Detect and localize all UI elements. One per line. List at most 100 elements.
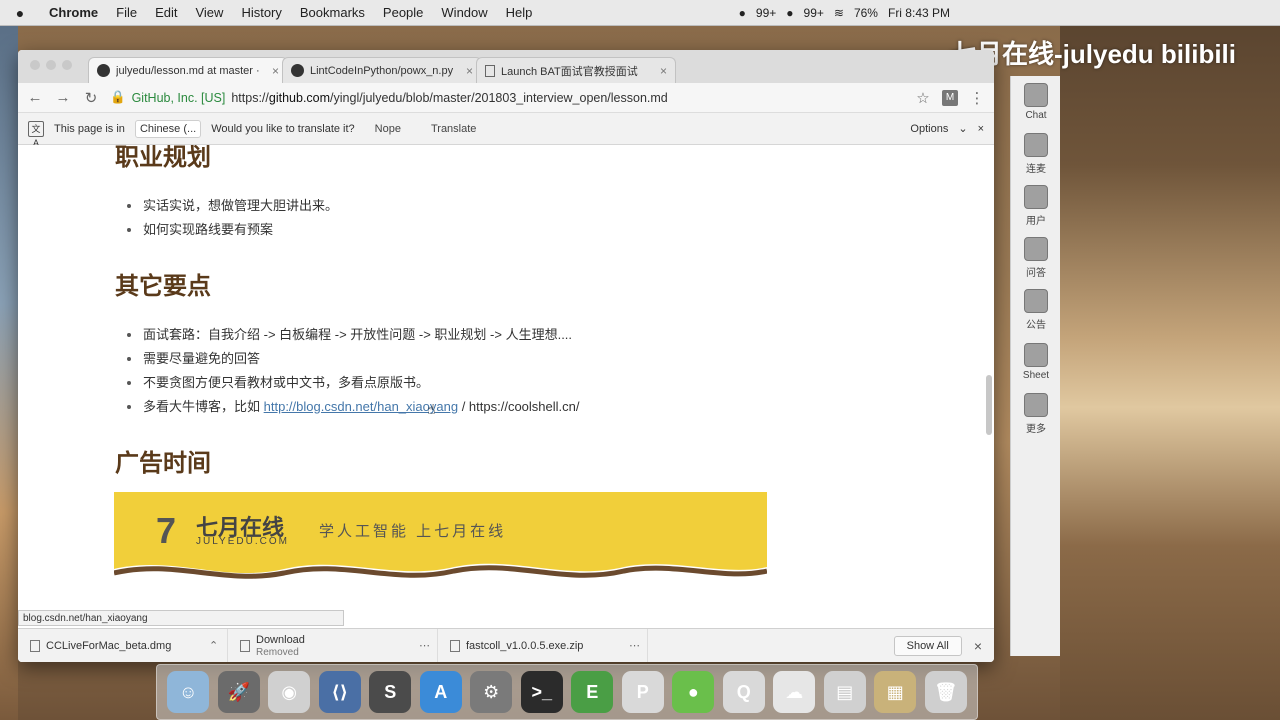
close-window-icon[interactable] <box>30 60 40 70</box>
heading-career: 职业规划 <box>115 145 211 171</box>
close-icon[interactable]: × <box>974 638 982 654</box>
clock[interactable]: Fri 8:43 PM <box>888 6 950 20</box>
more-icon[interactable]: ⋯ <box>629 639 647 652</box>
reload-icon[interactable]: ↻ <box>82 89 100 107</box>
close-icon[interactable]: × <box>272 64 279 78</box>
system-preferences-dock-icon[interactable]: ⚙ <box>470 671 513 713</box>
download-item[interactable]: fastcoll_v1.0.0.5.exe.zip ⋯ <box>438 629 648 662</box>
download-shelf: CCLiveForMac_beta.dmg ⌃ Download Removed … <box>18 628 994 662</box>
side-label: 用户 <box>1026 216 1046 227</box>
bookmark-star-icon[interactable]: ☆ <box>914 89 932 107</box>
options-button[interactable]: Options <box>910 123 948 135</box>
side-qa[interactable]: 问答 <box>1011 232 1061 284</box>
battery-level[interactable]: 76% <box>854 6 878 20</box>
side-chat[interactable]: Chat <box>1011 76 1061 128</box>
side-announcement[interactable]: 公告 <box>1011 284 1061 336</box>
sublime-dock-icon[interactable]: S <box>369 671 412 713</box>
tab-strip: julyedu/lesson.md at master · × LintCode… <box>18 50 994 83</box>
menu-app-name[interactable]: Chrome <box>40 5 107 20</box>
menu-file[interactable]: File <box>107 5 146 20</box>
finder-dock-icon[interactable]: ☺ <box>167 671 210 713</box>
menu-history[interactable]: History <box>232 5 290 20</box>
close-icon[interactable]: × <box>978 123 984 135</box>
menu-people[interactable]: People <box>374 5 432 20</box>
side-users[interactable]: 用户 <box>1011 180 1061 232</box>
photos-dock-icon[interactable]: ▦ <box>874 671 917 713</box>
translate-button[interactable]: Translate <box>421 121 486 137</box>
vscode-dock-icon[interactable]: ⟨⟩ <box>318 671 361 713</box>
terminal-dock-icon[interactable]: >_ <box>520 671 563 713</box>
secure-origin-label: GitHub, Inc. [US] <box>131 90 226 105</box>
menu-kebab-icon[interactable]: ⋮ <box>968 89 986 107</box>
chrome-dock-icon[interactable]: ◉ <box>268 671 311 713</box>
chat-icon <box>1024 83 1048 107</box>
side-mic[interactable]: 连麦 <box>1011 128 1061 180</box>
list-item: 面试套路：自我介绍 -> 白板编程 -> 开放性问题 -> 职业规划 -> 人生… <box>115 323 775 347</box>
close-icon[interactable]: × <box>660 64 667 78</box>
chevron-up-icon[interactable]: ⌃ <box>209 639 227 652</box>
sheet-icon <box>1024 343 1048 367</box>
list-item: 实话实说，想做管理大胆讲出来。 <box>115 194 775 218</box>
menu-bookmarks[interactable]: Bookmarks <box>291 5 374 20</box>
dock: ☺ 🚀 ◉ ⟨⟩ S A ⚙ >_ E P ● Q ☁ ▤ ▦ 🗑 <box>156 664 978 720</box>
side-label: 连麦 <box>1026 164 1046 175</box>
menu-window[interactable]: Window <box>432 5 496 20</box>
chevron-down-icon[interactable]: ⌄ <box>958 122 967 135</box>
download-item[interactable]: Download Removed ⋯ <box>228 629 438 662</box>
wechat-icon[interactable]: ● <box>786 6 793 20</box>
download-status: Removed <box>256 646 299 658</box>
more-icon <box>1024 393 1048 417</box>
list-item-blogs: 多看大牛博客，比如 http://blog.csdn.net/han_xiaoy… <box>115 395 775 419</box>
list-item: 需要尽量避免的回答 <box>115 347 775 371</box>
download-item[interactable]: CCLiveForMac_beta.dmg ⌃ <box>18 629 228 662</box>
qq-icon[interactable]: ● <box>739 6 746 20</box>
download-filename: CCLiveForMac_beta.dmg <box>46 639 172 652</box>
wechat-badge: 99+ <box>803 5 824 20</box>
file-icon <box>30 639 40 652</box>
side-label: 更多 <box>1026 424 1046 435</box>
language-select[interactable]: Chinese (... <box>134 119 202 138</box>
minimize-window-icon[interactable] <box>46 60 56 70</box>
link-status-bubble: blog.csdn.net/han_xiaoyang <box>18 610 344 626</box>
menu-help[interactable]: Help <box>497 5 542 20</box>
trash-dock-icon[interactable]: 🗑 <box>924 671 967 713</box>
apple-menu-icon[interactable]: ● <box>0 5 40 21</box>
appstore-dock-icon[interactable]: A <box>419 671 462 713</box>
julyedu-logo-domain: JULYEDU.COM <box>196 536 289 547</box>
back-arrow-icon[interactable]: ← <box>26 89 44 106</box>
page-scrollbar[interactable] <box>986 375 992 435</box>
extension-icon[interactable]: M <box>942 89 958 106</box>
list-item: 如何实现路线要有预案 <box>115 218 775 242</box>
window-controls <box>30 60 72 70</box>
close-icon[interactable]: × <box>466 64 473 78</box>
side-sheet[interactable]: Sheet <box>1011 336 1061 388</box>
url-prefix: https:// <box>231 90 269 105</box>
file-icon <box>450 639 460 652</box>
nope-button[interactable]: Nope <box>365 121 411 137</box>
menu-view[interactable]: View <box>186 5 232 20</box>
translate-bar: 文A This page is in Chinese (... Would yo… <box>18 113 994 148</box>
translate-question: Would you like to translate it? <box>211 122 355 135</box>
evernote-dock-icon[interactable]: E <box>571 671 614 713</box>
hand-cursor-icon: ☝ <box>427 401 436 417</box>
browser-window: julyedu/lesson.md at master · × LintCode… <box>18 50 994 662</box>
julyedu-logo-mark: 7 <box>156 510 177 551</box>
more-icon[interactable]: ⋯ <box>419 639 437 652</box>
preview-dock-icon[interactable]: ▤ <box>823 671 866 713</box>
show-all-button[interactable]: Show All <box>893 635 962 656</box>
cloud-dock-icon[interactable]: ☁ <box>773 671 816 713</box>
qq-dock-icon[interactable]: Q <box>722 671 765 713</box>
coolshell-url: https://coolshell.cn/ <box>468 399 580 414</box>
wifi-icon[interactable]: ≋ <box>834 6 844 20</box>
wechat-dock-icon[interactable]: ● <box>672 671 715 713</box>
powerpoint-dock-icon[interactable]: P <box>621 671 664 713</box>
tab-lesson-md[interactable]: julyedu/lesson.md at master · × <box>88 57 288 83</box>
tab-powx[interactable]: LintCodeInPython/powx_n.py × <box>282 57 482 83</box>
forward-arrow-icon[interactable]: → <box>54 89 72 106</box>
tab-launch-bat[interactable]: Launch BAT面试官教授面试 × <box>476 57 676 83</box>
side-more[interactable]: 更多 <box>1011 388 1061 440</box>
zoom-window-icon[interactable] <box>62 60 72 70</box>
address-bar[interactable]: 🔒 GitHub, Inc. [US] https://github.com/y… <box>110 86 904 110</box>
launchpad-dock-icon[interactable]: 🚀 <box>217 671 260 713</box>
menu-edit[interactable]: Edit <box>146 5 186 20</box>
